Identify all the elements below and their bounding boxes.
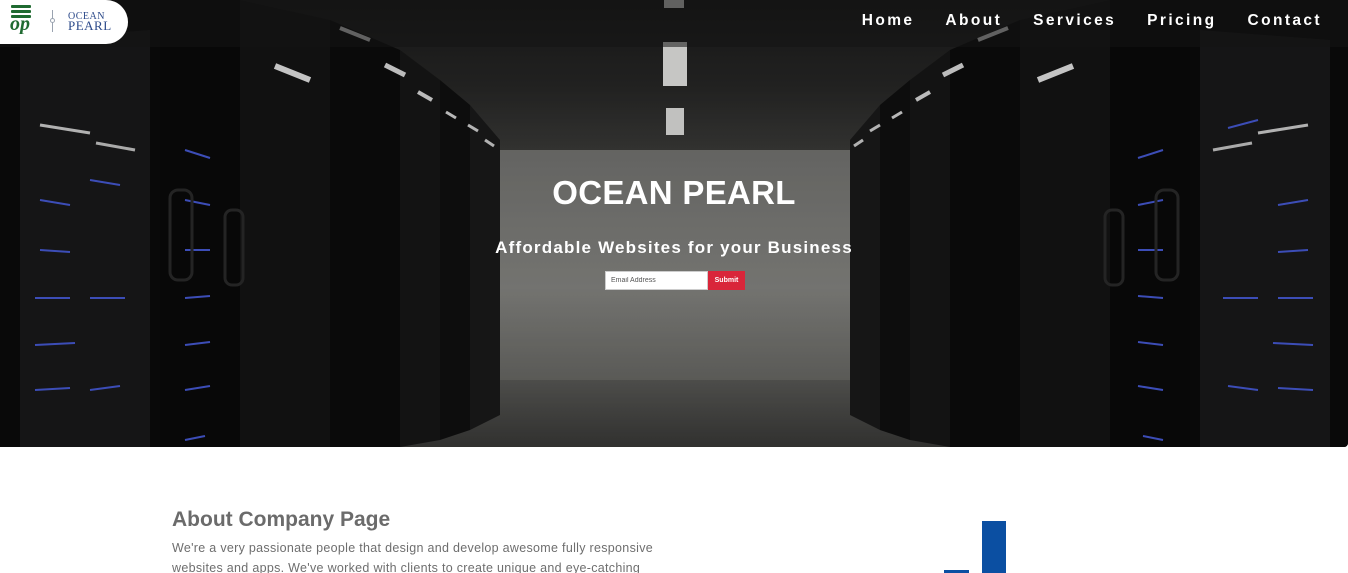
top-navigation: op OCEAN PEARL Home About Services Prici…: [0, 0, 1348, 47]
about-heading: About Company Page: [172, 508, 391, 531]
submit-button[interactable]: Submit: [708, 271, 745, 290]
bar-graphic-icon: [944, 521, 1006, 573]
nav-contact[interactable]: Contact: [1248, 12, 1323, 30]
nav-about[interactable]: About: [945, 12, 1002, 30]
brand-logo[interactable]: op OCEAN PEARL: [0, 0, 128, 44]
hero-banner: OCEAN PEARL Affordable Websites for your…: [0, 0, 1348, 447]
nav-home[interactable]: Home: [862, 12, 915, 30]
email-field[interactable]: [605, 271, 708, 290]
nav-menu: Home About Services Pricing Contact: [831, 12, 1322, 30]
logo-dot: [50, 18, 55, 23]
email-signup-form: Submit: [605, 271, 745, 290]
hero-title: OCEAN PEARL: [552, 174, 796, 211]
nav-services[interactable]: Services: [1033, 12, 1116, 30]
nav-pricing[interactable]: Pricing: [1147, 12, 1216, 30]
menu-icon[interactable]: [11, 5, 31, 19]
hero-overlay: [0, 0, 1348, 447]
about-text: We're a very passionate people that desi…: [172, 541, 653, 573]
logo-text-bottom: PEARL: [68, 18, 112, 33]
hero-subtitle: Affordable Websites for your Business: [495, 238, 853, 257]
